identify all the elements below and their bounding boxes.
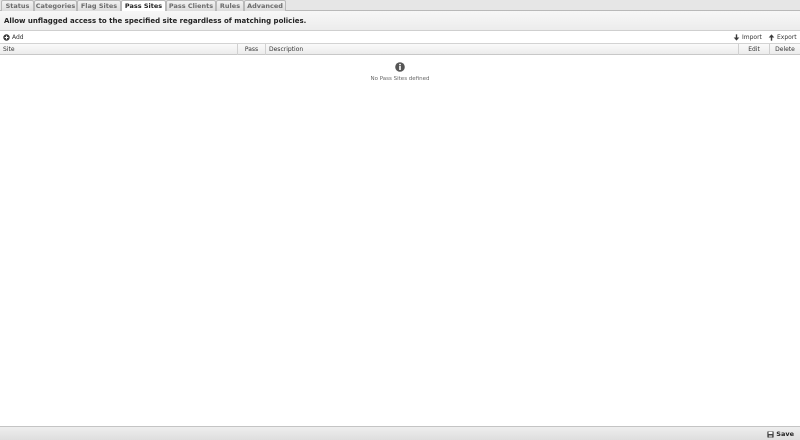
add-button-label: Add (12, 34, 24, 41)
add-circle-icon (3, 34, 10, 41)
tab-label: Pass Sites (124, 2, 163, 10)
column-header-site[interactable]: Site (0, 44, 238, 55)
grid-header: Site Pass Description Edit Delete (0, 44, 800, 55)
tab-advanced[interactable]: Advanced (244, 0, 286, 11)
import-button[interactable]: Import (733, 33, 762, 42)
tab-categories[interactable]: Categories (34, 0, 77, 11)
add-button[interactable]: Add (3, 33, 24, 42)
export-button-label: Export (777, 34, 797, 41)
tab-label: Rules (219, 2, 241, 10)
tab-label: Status (5, 2, 30, 10)
save-button[interactable]: Save (767, 430, 794, 439)
tab-flag-sites[interactable]: Flag Sites (77, 0, 121, 11)
column-header-pass[interactable]: Pass (238, 44, 266, 55)
grid-empty-state: No Pass Sites defined (0, 62, 800, 82)
tab-pass-clients[interactable]: Pass Clients (166, 0, 216, 11)
footer-bar: Save (0, 426, 800, 440)
column-header-description[interactable]: Description (266, 44, 739, 55)
grid-toolbar: Add Import Export (0, 31, 800, 44)
floppy-disk-icon (767, 430, 774, 438)
arrow-up-icon (768, 34, 775, 41)
tab-rules[interactable]: Rules (216, 0, 244, 11)
column-header-edit[interactable]: Edit (739, 44, 770, 55)
tab-label: Pass Clients (168, 2, 214, 10)
export-button[interactable]: Export (768, 33, 797, 42)
save-button-label: Save (776, 430, 794, 438)
import-button-label: Import (742, 34, 762, 41)
tab-status[interactable]: Status (1, 0, 34, 11)
description-bar: Allow unflagged access to the specified … (0, 11, 800, 31)
tab-label: Flag Sites (80, 2, 118, 10)
info-icon (395, 62, 405, 72)
column-header-delete[interactable]: Delete (770, 44, 800, 55)
arrow-down-icon (733, 34, 740, 41)
page-description: Allow unflagged access to the specified … (4, 17, 307, 25)
tab-label: Advanced (247, 2, 283, 10)
tab-bar: Status Categories Flag Sites Pass Sites … (0, 0, 800, 12)
tab-label: Categories (35, 2, 76, 10)
empty-message: No Pass Sites defined (370, 76, 430, 82)
